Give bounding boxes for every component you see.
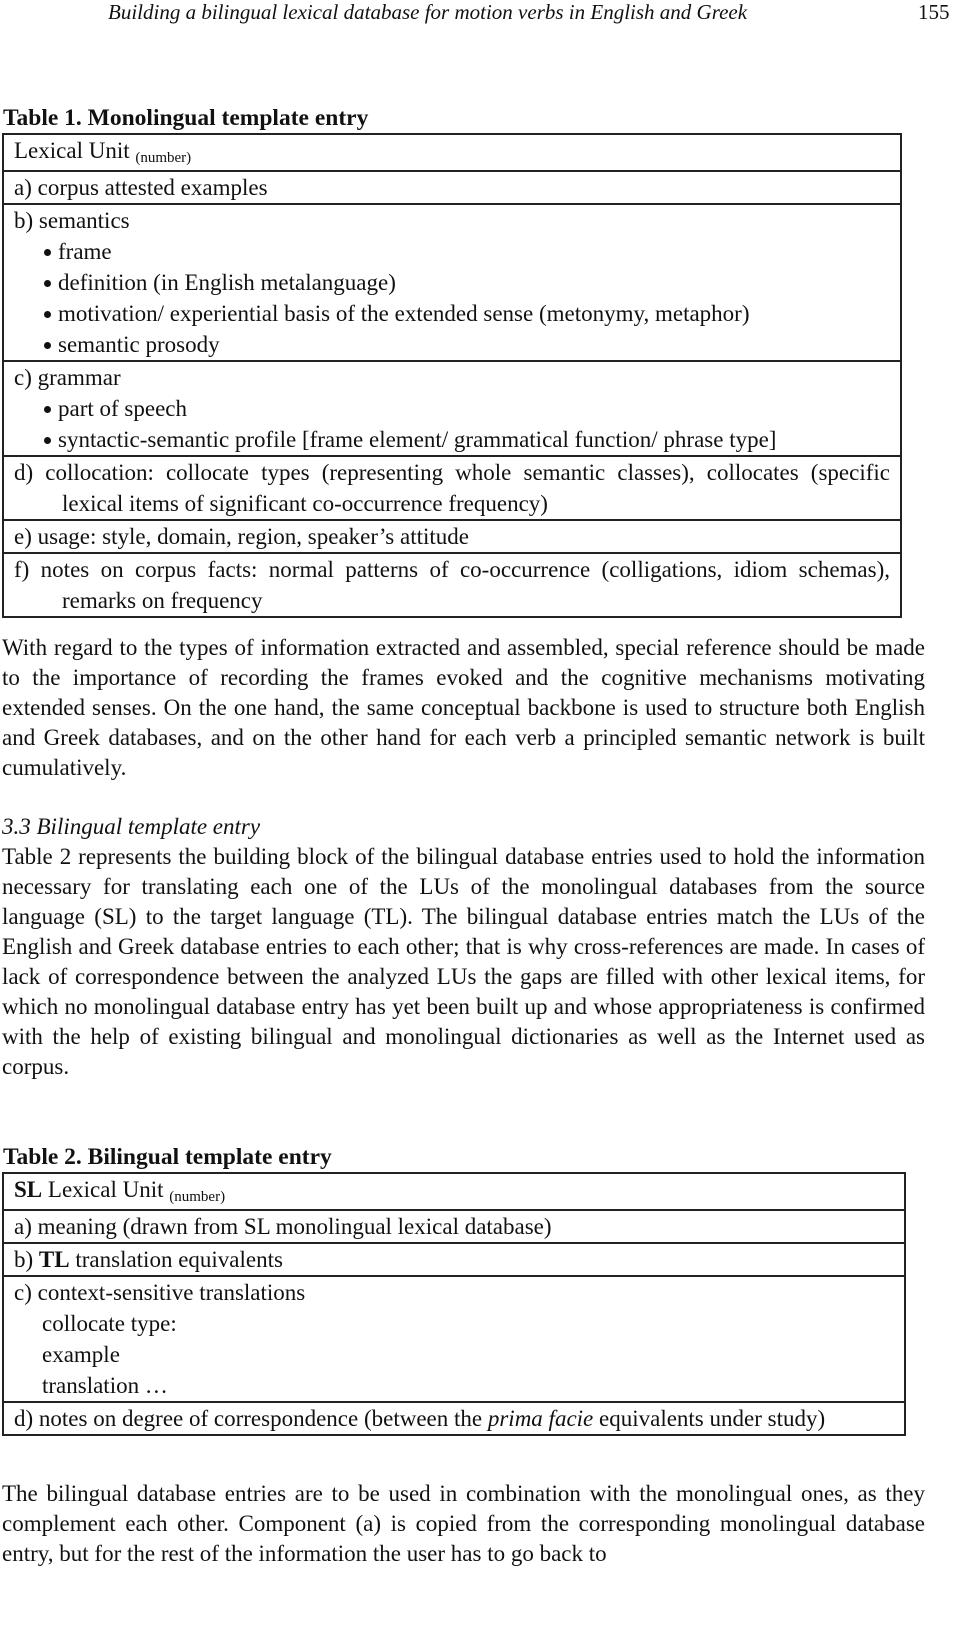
number-subscript: (number) <box>135 150 192 166</box>
bullet-item: semantic prosody <box>14 329 890 360</box>
table-row: b) TL translation equivalents <box>2 1242 906 1277</box>
sl-label: SL <box>14 1177 43 1202</box>
table2-row-d: d) notes on degree of correspondence (be… <box>2 1401 906 1436</box>
body-paragraph-2: Table 2 represents the building block of… <box>2 844 925 1079</box>
row-f-text: f) notes on corpus facts: normal pattern… <box>14 557 890 613</box>
table2-row-a: a) meaning (drawn from SL monolingual le… <box>2 1209 906 1244</box>
row-b-label: b) semantics <box>14 208 130 233</box>
row-c-label: c) grammar <box>14 365 121 390</box>
table-row: a) corpus attested examples <box>2 170 902 205</box>
table2-row-c: c) context-sensitive translations colloc… <box>2 1275 906 1403</box>
body-paragraph-1: With regard to the types of information … <box>2 635 925 780</box>
running-head: Building a bilingual lexical database fo… <box>0 0 960 26</box>
table-row: Lexical Unit (number) <box>2 133 902 172</box>
table1-monolingual-template: Lexical Unit (number) a) corpus attested… <box>2 133 902 618</box>
row-d-before: d) notes on degree of correspondence (be… <box>14 1406 488 1431</box>
row-b-prefix: b) <box>14 1247 39 1272</box>
section-heading: 3.3 Bilingual template entry <box>2 814 261 839</box>
table-row: e) usage: style, domain, region, speaker… <box>2 519 902 554</box>
table1-row-a: a) corpus attested examples <box>2 170 902 205</box>
row-d-text: d) collocation: collocate types (represe… <box>14 460 890 516</box>
table1-row-d: d) collocation: collocate types (represe… <box>2 455 902 521</box>
row-c-line: example <box>42 1342 120 1367</box>
bullet-item: syntactic-semantic profile [frame elemen… <box>14 424 890 455</box>
row-d-italic: prima facie <box>487 1406 594 1431</box>
table-row: a) meaning (drawn from SL monolingual le… <box>2 1209 906 1244</box>
table1-caption: Table 1. Monolingual template entry <box>3 105 369 131</box>
table2-header-cell: SL Lexical Unit (number) <box>2 1172 906 1211</box>
page-number: 155 <box>918 0 950 24</box>
table1-row-e: e) usage: style, domain, region, speaker… <box>2 519 902 554</box>
table2-caption: Table 2. Bilingual template entry <box>3 1144 332 1170</box>
table-row: SL Lexical Unit (number) <box>2 1172 906 1211</box>
row-c-label: c) context-sensitive translations <box>14 1280 306 1305</box>
table1-row-b: b) semantics frame definition (in Englis… <box>2 203 902 362</box>
table1-row-c: c) grammar part of speech syntactic-sema… <box>2 360 902 457</box>
row-d-text: d) notes on degree of correspondence (be… <box>14 1403 894 1434</box>
row-b-text: translation equivalents <box>69 1247 283 1272</box>
row-c-line: collocate type: <box>42 1311 177 1336</box>
table2-row-b: b) TL translation equivalents <box>2 1242 906 1277</box>
table-row: b) semantics frame definition (in Englis… <box>2 203 902 362</box>
lexical-unit-label: Lexical Unit <box>42 1177 164 1202</box>
bullet-item: definition (in English metalanguage) <box>14 267 890 298</box>
bullet-item: part of speech <box>14 393 890 424</box>
table1-row-f: f) notes on corpus facts: normal pattern… <box>2 552 902 618</box>
lexical-unit-label: Lexical Unit <box>14 138 130 163</box>
table2-bilingual-template: SL Lexical Unit (number) a) meaning (dra… <box>2 1172 906 1436</box>
row-d-after: equivalents under study) <box>593 1406 826 1431</box>
table-row: d) collocation: collocate types (represe… <box>2 455 902 521</box>
running-head-title: Building a bilingual lexical database fo… <box>108 0 748 24</box>
bullet-item: motivation/ experiential basis of the ex… <box>14 298 890 329</box>
tl-label: TL <box>38 1247 70 1272</box>
table-row: d) notes on degree of correspondence (be… <box>2 1401 906 1436</box>
table-row: c) grammar part of speech syntactic-sema… <box>2 360 902 457</box>
table-row: c) context-sensitive translations colloc… <box>2 1275 906 1403</box>
bullet-item: frame <box>14 236 890 267</box>
row-c-line: translation … <box>42 1373 168 1398</box>
table-row: f) notes on corpus facts: normal pattern… <box>2 552 902 618</box>
table1-header-cell: Lexical Unit (number) <box>2 133 902 172</box>
body-paragraph-3: The bilingual database entries are to be… <box>2 1481 925 1566</box>
number-subscript: (number) <box>169 1189 226 1205</box>
